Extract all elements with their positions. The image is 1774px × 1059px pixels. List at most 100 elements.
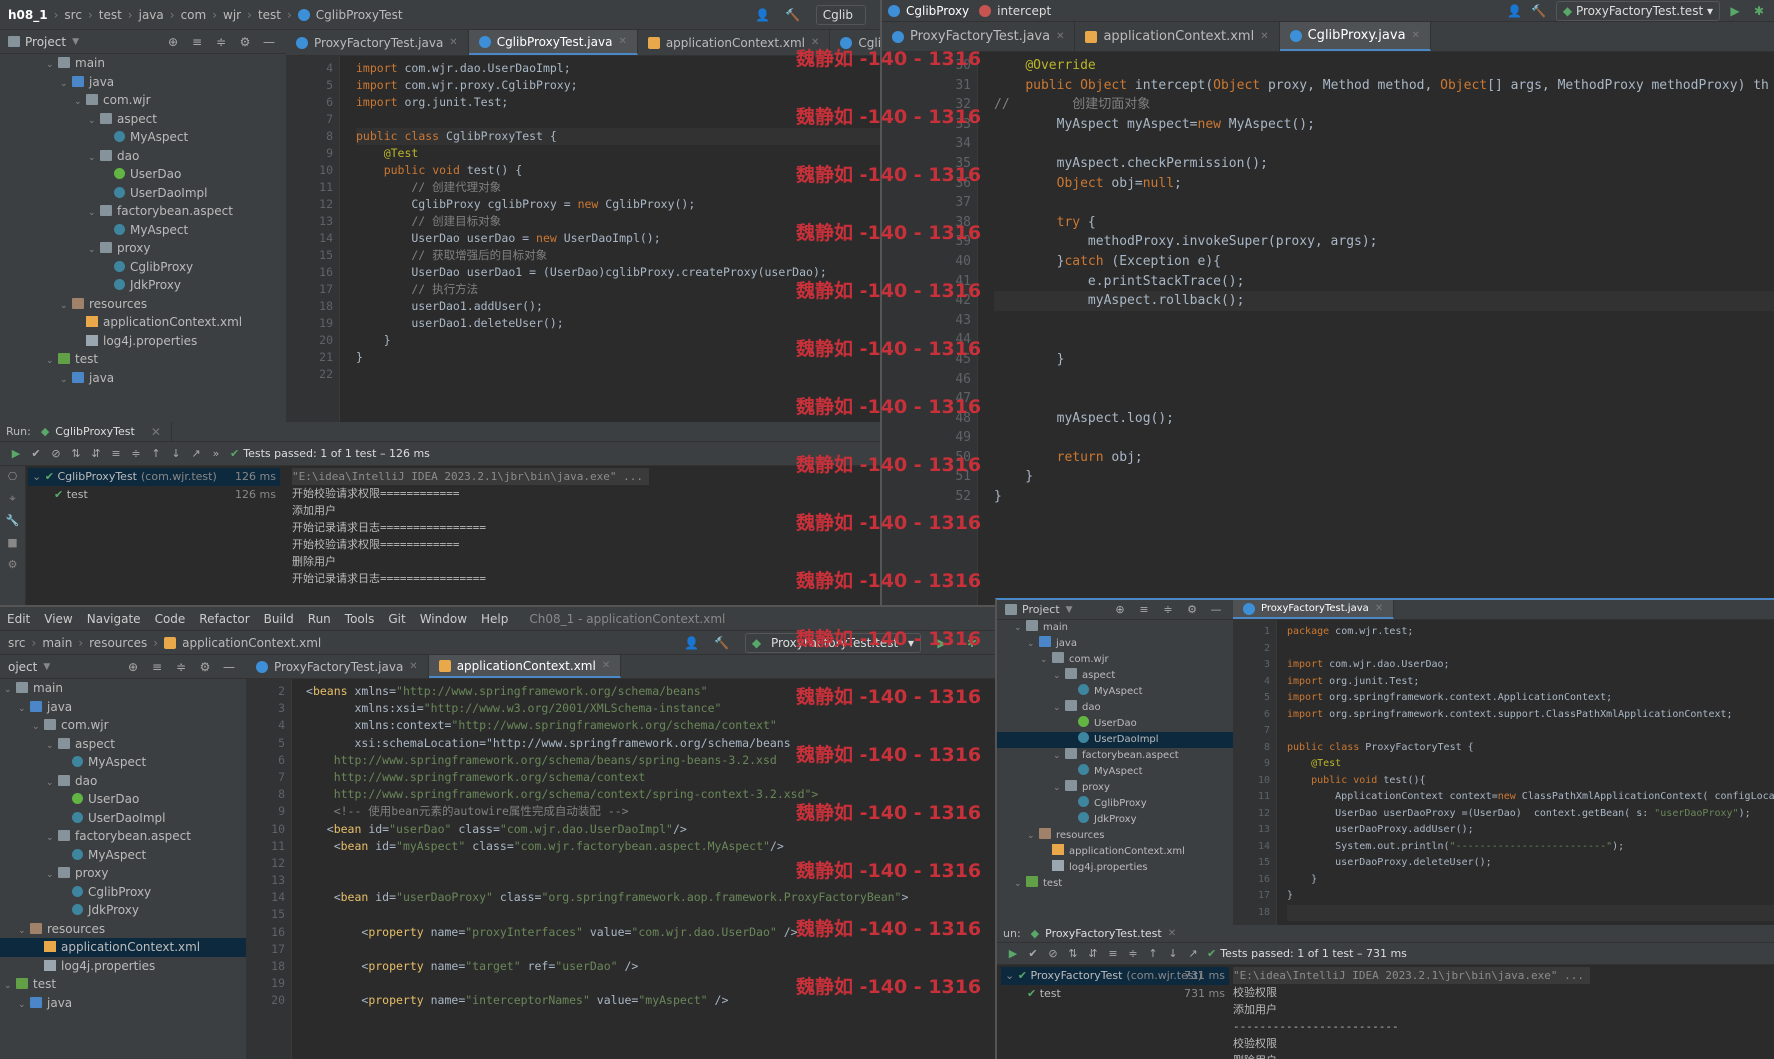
collapse-all-icon[interactable]: ≑: [172, 660, 190, 674]
code-line[interactable]: // 创建切面对象: [994, 95, 1774, 115]
editor-tab[interactable]: applicationContext.xml ✕: [428, 655, 622, 678]
project-tree-title[interactable]: oject: [8, 660, 37, 674]
tree-item[interactable]: ⌄ java: [0, 698, 246, 717]
code-line[interactable]: }: [1287, 888, 1774, 905]
menu-item-code[interactable]: Code: [155, 612, 186, 626]
code-line[interactable]: }catch (Exception e){: [994, 252, 1774, 272]
tree-item[interactable]: MyAspect: [0, 128, 286, 147]
breadcrumb-item[interactable]: src: [8, 636, 26, 650]
tree-item[interactable]: ⌄ java: [0, 994, 246, 1013]
code-line[interactable]: package com.wjr.test;: [1287, 624, 1774, 641]
tree-item[interactable]: MyAspect: [0, 221, 286, 240]
test-row[interactable]: ✔ 126 ms test: [28, 486, 280, 504]
expand-icon[interactable]: ≡: [1103, 947, 1123, 960]
sort-duration-icon[interactable]: ⇵: [1083, 947, 1103, 960]
tree-item[interactable]: ⌄ resources: [0, 920, 246, 939]
tree-item[interactable]: ⌄ java: [0, 369, 286, 388]
collapse-all-icon[interactable]: ≑: [212, 35, 230, 49]
close-icon[interactable]: ✕: [409, 661, 417, 672]
tree-item[interactable]: UserDao: [997, 716, 1233, 732]
console-output[interactable]: "E:\idea\IntelliJ IDEA 2023.2.1\jbr\bin\…: [292, 468, 880, 605]
tree-item[interactable]: ⌄ main: [0, 54, 286, 73]
menu-item-git[interactable]: Git: [388, 612, 405, 626]
breadcrumb-item[interactable]: test: [258, 8, 281, 22]
code-line[interactable]: myAspect.checkPermission();: [994, 154, 1774, 174]
breadcrumb-item[interactable]: resources: [89, 636, 147, 650]
sort-icon[interactable]: ⇅: [66, 447, 86, 460]
code-line[interactable]: import com.wjr.proxy.CglibProxy;: [356, 77, 880, 94]
project-tree-title[interactable]: Project: [25, 35, 66, 49]
chevron-down-icon[interactable]: ⌄: [18, 922, 30, 941]
close-icon[interactable]: ✕: [1056, 31, 1064, 42]
tree-item[interactable]: ⌄ com.wjr: [0, 716, 246, 735]
tree-item[interactable]: log4j.properties: [997, 860, 1233, 876]
tree-item[interactable]: applicationContext.xml: [0, 938, 246, 957]
menu-item-help[interactable]: Help: [481, 612, 508, 626]
chevron-down-icon[interactable]: ⌄: [88, 149, 100, 168]
tree-item[interactable]: ⌄ aspect: [997, 668, 1233, 684]
build-hammer-icon[interactable]: 🔨: [784, 8, 802, 22]
user-icon[interactable]: 👤: [1506, 4, 1524, 18]
chevron-down-icon[interactable]: ⌄: [60, 297, 72, 316]
run-tab[interactable]: ProxyFactoryTest.test: [1045, 927, 1162, 940]
settings-icon[interactable]: ⚙: [0, 554, 25, 576]
expand-all-icon[interactable]: ≡: [1135, 603, 1153, 616]
code-line[interactable]: xmlns:context="http://www.springframewor…: [306, 717, 995, 734]
test-row[interactable]: ⌄ ✔ 126 ms CglibProxyTest (com.wjr.test): [28, 468, 280, 486]
tree-item[interactable]: ⌄ proxy: [0, 864, 246, 883]
tree-item[interactable]: CglibProxy: [0, 258, 286, 277]
tree-item[interactable]: MyAspect: [0, 753, 246, 772]
tree-item[interactable]: UserDaoImpl: [997, 732, 1233, 748]
chevron-down-icon[interactable]: ⌄: [1053, 668, 1065, 684]
breadcrumb-item[interactable]: wjr: [223, 8, 241, 22]
show-ignored-icon[interactable]: ⊘: [46, 447, 66, 460]
chevron-down-icon[interactable]: ⌄: [88, 241, 100, 260]
tree-item[interactable]: ⌄ test: [997, 876, 1233, 892]
code-line[interactable]: http://www.springframework.org/schema/co…: [306, 769, 995, 786]
close-icon[interactable]: ✕: [1412, 30, 1420, 41]
code-line[interactable]: import org.junit.Test;: [1287, 674, 1774, 691]
menu-item-navigate[interactable]: Navigate: [87, 612, 141, 626]
down-icon[interactable]: ↓: [166, 447, 186, 460]
menu-item-refactor[interactable]: Refactor: [199, 612, 249, 626]
tree-item[interactable]: ⌄ java: [997, 636, 1233, 652]
stop-icon[interactable]: ■: [0, 532, 25, 554]
code-line[interactable]: [994, 193, 1774, 213]
rerun-icon[interactable]: ▶: [1003, 947, 1023, 960]
code-line[interactable]: try {: [994, 213, 1774, 233]
show-ignored-icon[interactable]: ⊘: [1043, 947, 1063, 960]
editor-proxy-factory-test[interactable]: ProxyFactoryTest.java ✕ 1 2 3 4 5 6 7 8 9 10 11 12 13…: [1233, 600, 1774, 925]
editor-tab[interactable]: applicationContext.xml ✕: [1075, 22, 1280, 51]
target-icon[interactable]: ⊕: [1111, 603, 1129, 616]
code-line[interactable]: <bean id="myAspect" class="com.wjr.facto…: [306, 838, 995, 855]
down-icon[interactable]: ↓: [1163, 947, 1183, 960]
code-line[interactable]: // 获取增强后的目标对象: [356, 247, 880, 264]
close-icon[interactable]: ✕: [1260, 31, 1268, 42]
code-line[interactable]: public void test(){: [1287, 773, 1774, 790]
code-line[interactable]: myAspect.rollback();: [994, 291, 1774, 311]
code-line[interactable]: public class CglibProxyTest {: [356, 128, 880, 145]
tree-item[interactable]: ⌄ main: [997, 620, 1233, 636]
code-line[interactable]: Object obj=null;: [994, 174, 1774, 194]
editor-tab[interactable]: ProxyFactoryTest.java ✕: [286, 30, 469, 55]
code-line[interactable]: return obj;: [994, 448, 1774, 468]
chevron-down-icon[interactable]: ⌄: [88, 112, 100, 131]
target-icon[interactable]: ⊕: [124, 660, 142, 674]
tree-item[interactable]: ⌄ proxy: [0, 239, 286, 258]
code-line[interactable]: import com.wjr.dao.UserDao;: [1287, 657, 1774, 674]
tree-item[interactable]: UserDao: [0, 790, 246, 809]
code-area[interactable]: @Override public Object intercept(Object…: [982, 52, 1774, 605]
tree-item[interactable]: JdkProxy: [0, 901, 246, 920]
minimize-icon[interactable]: —: [220, 660, 238, 674]
build-hammer-icon[interactable]: 🔨: [713, 636, 731, 650]
chevron-down-icon[interactable]: ⌄: [4, 681, 16, 700]
breadcrumb-item[interactable]: main: [42, 636, 72, 650]
editor-tab[interactable]: ProxyFactoryTest.java ✕: [246, 655, 429, 678]
chevron-down-icon[interactable]: ⌄: [46, 866, 58, 885]
pin-icon[interactable]: ⌖: [0, 488, 25, 510]
tree-item[interactable]: JdkProxy: [997, 812, 1233, 828]
tree-item[interactable]: ⌄ resources: [997, 828, 1233, 844]
wrench-icon[interactable]: 🔧: [0, 510, 25, 532]
code-line[interactable]: UserDao userDaoProxy =(UserDao) context.…: [1287, 806, 1774, 823]
class-name[interactable]: CglibProxy: [906, 4, 969, 18]
